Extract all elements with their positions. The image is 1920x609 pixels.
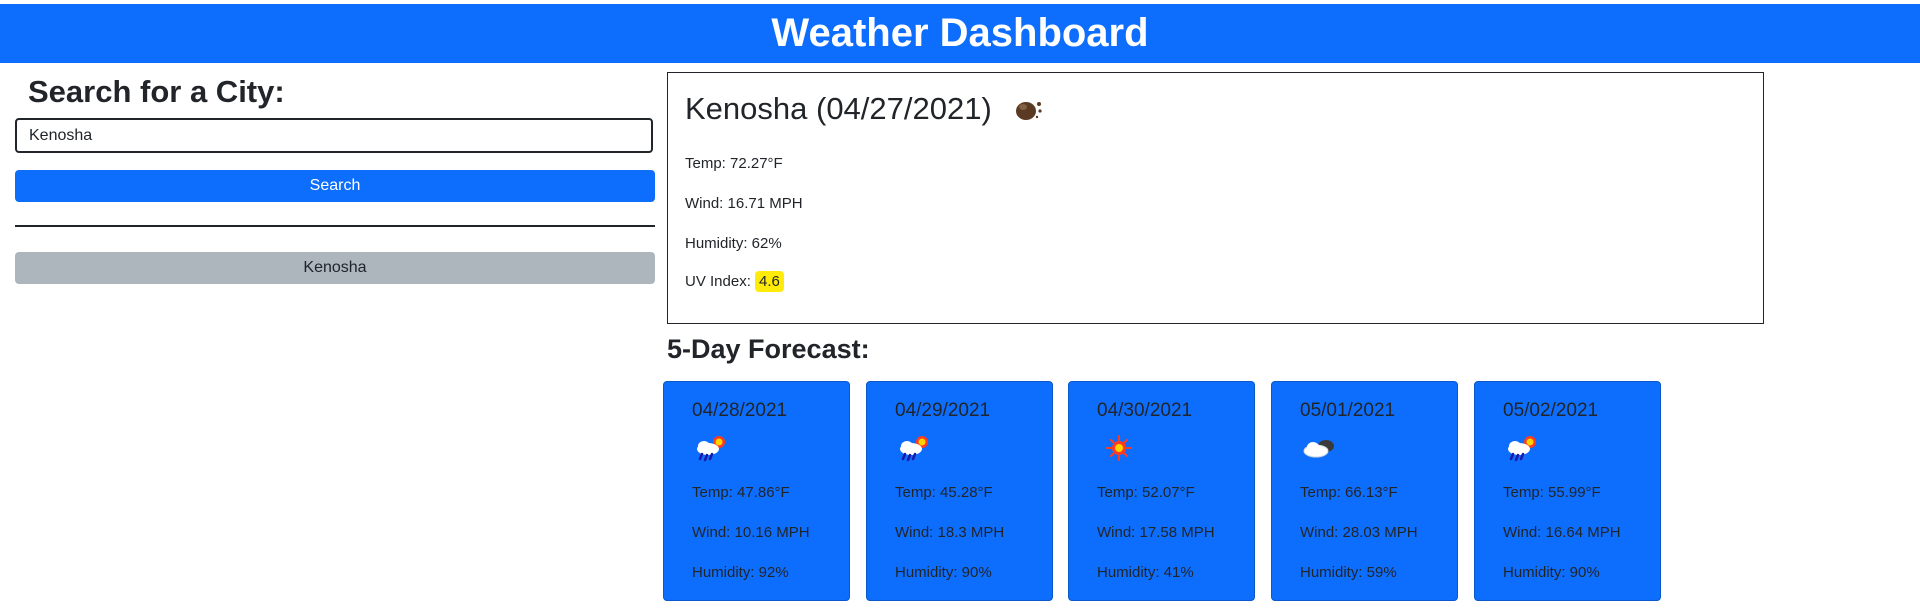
uv-label: UV Index: bbox=[685, 273, 751, 290]
sun-rain-cloud-icon bbox=[697, 436, 725, 462]
search-heading: Search for a City: bbox=[28, 74, 285, 109]
forecast-temp: Temp: 52.07°F bbox=[1097, 484, 1195, 501]
forecast-heading: 5-Day Forecast: bbox=[667, 334, 870, 364]
forecast-card: 04/29/2021 Temp: 45.28°F Wind: 18.3 MPH … bbox=[866, 381, 1053, 601]
forecast-temp: Temp: 66.13°F bbox=[1300, 484, 1398, 501]
search-button[interactable]: Search bbox=[15, 170, 655, 202]
current-humidity: Humidity: 62% bbox=[685, 235, 782, 252]
sun-rain-cloud-icon bbox=[900, 436, 928, 462]
sun-icon bbox=[1106, 435, 1132, 461]
current-wind: Wind: 16.71 MPH bbox=[685, 195, 803, 212]
city-search-input[interactable] bbox=[15, 118, 653, 153]
current-temp: Temp: 72.27°F bbox=[685, 155, 783, 172]
forecast-humidity: Humidity: 90% bbox=[895, 564, 992, 581]
rain-night-icon bbox=[1015, 102, 1042, 120]
forecast-date: 05/01/2021 bbox=[1300, 400, 1396, 421]
uv-badge: 4.6 bbox=[755, 271, 784, 292]
history-button-kenosha[interactable]: Kenosha bbox=[15, 252, 655, 284]
forecast-wind: Wind: 16.64 MPH bbox=[1503, 524, 1621, 541]
forecast-date: 04/30/2021 bbox=[1097, 400, 1193, 421]
forecast-temp: Temp: 45.28°F bbox=[895, 484, 993, 501]
forecast-date: 04/29/2021 bbox=[895, 400, 991, 421]
forecast-card: 05/01/2021 Temp: 66.13°F Wind: 28.03 MPH… bbox=[1271, 381, 1458, 601]
forecast-temp: Temp: 55.99°F bbox=[1503, 484, 1601, 501]
forecast-date: 05/02/2021 bbox=[1503, 400, 1599, 421]
forecast-humidity: Humidity: 92% bbox=[692, 564, 789, 581]
forecast-card: 04/30/2021 Temp: 52.07°F Wind: 17.58 MPH… bbox=[1068, 381, 1255, 601]
current-weather-card: Kenosha (04/27/2021) Temp: 72.27°F Wind:… bbox=[667, 72, 1764, 324]
sun-rain-cloud-icon bbox=[1508, 436, 1536, 462]
current-city-date: Kenosha (04/27/2021) bbox=[685, 91, 992, 126]
forecast-humidity: Humidity: 59% bbox=[1300, 564, 1397, 581]
forecast-date: 04/28/2021 bbox=[692, 400, 788, 421]
forecast-wind: Wind: 17.58 MPH bbox=[1097, 524, 1215, 541]
page-title: Weather Dashboard bbox=[771, 11, 1149, 55]
forecast-card: 04/28/2021 Temp: 47.86°F Wind: 10.16 MPH… bbox=[663, 381, 850, 601]
cloudy-icon bbox=[1303, 440, 1334, 458]
current-weather-title: Kenosha (04/27/2021) bbox=[685, 91, 1046, 127]
forecast-wind: Wind: 10.16 MPH bbox=[692, 524, 810, 541]
forecast-humidity: Humidity: 41% bbox=[1097, 564, 1194, 581]
current-uv: UV Index: 4.6 bbox=[685, 271, 784, 292]
forecast-humidity: Humidity: 90% bbox=[1503, 564, 1600, 581]
forecast-wind: Wind: 28.03 MPH bbox=[1300, 524, 1418, 541]
forecast-wind: Wind: 18.3 MPH bbox=[895, 524, 1005, 541]
forecast-card: 05/02/2021 Temp: 55.99°F Wind: 16.64 MPH… bbox=[1474, 381, 1661, 601]
sidebar-divider bbox=[15, 225, 655, 227]
forecast-temp: Temp: 47.86°F bbox=[692, 484, 790, 501]
page-header: Weather Dashboard bbox=[0, 4, 1920, 63]
